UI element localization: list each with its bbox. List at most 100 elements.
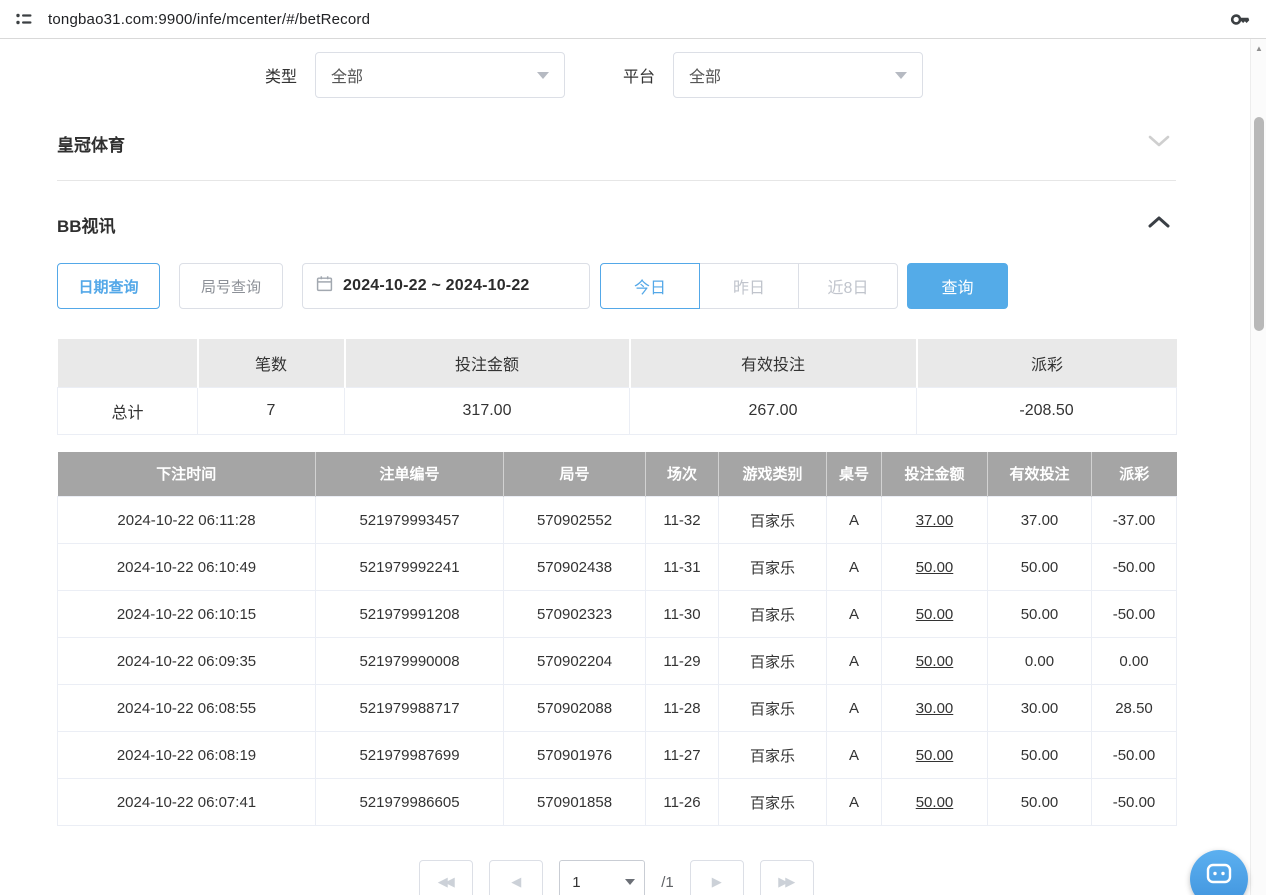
session: 11-31	[646, 544, 719, 591]
vertical-scrollbar[interactable]: ▲	[1250, 39, 1266, 895]
summary-header-payout: 派彩	[917, 339, 1177, 387]
collapse-chevron-up-icon[interactable]	[1142, 211, 1176, 237]
order-id: 521979991208	[316, 591, 504, 638]
payout-cell: -50.00	[1092, 544, 1177, 591]
header-round-id: 局号	[504, 452, 646, 497]
chat-bubble-icon	[1204, 860, 1234, 890]
payout-cell: -50.00	[1092, 591, 1177, 638]
order-id: 521979986605	[316, 779, 504, 826]
first-page-button[interactable]: ◀◀	[419, 860, 473, 895]
round-id: 570902088	[504, 685, 646, 732]
scroll-up-arrow-icon[interactable]: ▲	[1251, 39, 1266, 57]
left-icon: ◀	[511, 874, 521, 890]
page-select-wrap: 1	[559, 860, 645, 895]
valid-bet: 37.00	[988, 497, 1092, 544]
game-type: 百家乐	[719, 779, 827, 826]
table-header-row: 下注时间 注单编号 局号 场次 游戏类别 桌号 投注金额 有效投注 派彩	[58, 452, 1177, 497]
type-select[interactable]: 全部	[315, 52, 565, 98]
bet-amount-link[interactable]: 50.00	[882, 591, 988, 638]
url-field[interactable]: tongbao31.com:9900/infe/mcenter/#/betRec…	[48, 11, 1220, 28]
pagination: ◀◀ ◀ 1 /1 ▶ ▶▶	[57, 860, 1176, 895]
next-page-button[interactable]: ▶	[690, 860, 744, 895]
bet-amount-link[interactable]: 50.00	[882, 732, 988, 779]
round-query-button[interactable]: 局号查询	[179, 263, 283, 309]
valid-bet: 50.00	[988, 732, 1092, 779]
table-no: A	[827, 685, 882, 732]
round-id: 570902552	[504, 497, 646, 544]
bet-time: 2024-10-22 06:08:55	[58, 685, 316, 732]
bet-amount-link[interactable]: 30.00	[882, 685, 988, 732]
payout-cell: -50.00	[1092, 732, 1177, 779]
session: 11-29	[646, 638, 719, 685]
header-order-id: 注单编号	[316, 452, 504, 497]
bet-amount-link[interactable]: 50.00	[882, 544, 988, 591]
double-right-icon: ▶▶	[778, 874, 792, 890]
order-id: 521979987699	[316, 732, 504, 779]
table-row: 2024-10-22 06:07:41 521979986605 5709018…	[58, 779, 1177, 826]
header-game-type: 游戏类别	[719, 452, 827, 497]
last-8-days-button[interactable]: 近8日	[798, 263, 898, 309]
session: 11-28	[646, 685, 719, 732]
date-range-input[interactable]: 2024-10-22 ~ 2024-10-22	[302, 263, 590, 309]
round-id: 570902323	[504, 591, 646, 638]
summary-payout: -208.50	[917, 387, 1177, 434]
valid-bet: 30.00	[988, 685, 1092, 732]
bet-records-table: 下注时间 注单编号 局号 场次 游戏类别 桌号 投注金额 有效投注 派彩 202…	[57, 452, 1177, 827]
header-bet-amount: 投注金额	[882, 452, 988, 497]
chevron-down-icon	[895, 72, 907, 79]
payout-cell: -50.00	[1092, 779, 1177, 826]
yesterday-button[interactable]: 昨日	[699, 263, 799, 309]
today-button[interactable]: 今日	[600, 263, 700, 309]
order-id: 521979988717	[316, 685, 504, 732]
bet-time: 2024-10-22 06:10:15	[58, 591, 316, 638]
table-no: A	[827, 497, 882, 544]
bet-amount-link[interactable]: 37.00	[882, 497, 988, 544]
chevron-down-icon	[537, 72, 549, 79]
game-type: 百家乐	[719, 544, 827, 591]
header-session: 场次	[646, 452, 719, 497]
table-row: 2024-10-22 06:09:35 521979990008 5709022…	[58, 638, 1177, 685]
prev-page-button[interactable]: ◀	[489, 860, 543, 895]
summary-header-bet: 投注金额	[345, 339, 630, 387]
table-no: A	[827, 779, 882, 826]
round-id: 570901976	[504, 732, 646, 779]
filter-row: 类型 全部 平台 全部	[57, 52, 1176, 98]
password-key-icon[interactable]	[1230, 8, 1252, 30]
type-select-value: 全部	[331, 63, 363, 87]
search-button[interactable]: 查询	[907, 263, 1008, 309]
type-label: 类型	[265, 63, 297, 87]
quick-date-group: 今日 昨日 近8日	[600, 263, 898, 309]
summary-count: 7	[198, 387, 345, 434]
table-row: 2024-10-22 06:08:19 521979987699 5709019…	[58, 732, 1177, 779]
query-toolbar: 日期查询 局号查询 2024-10-22 ~ 2024-10-22 今日 昨日 …	[57, 263, 1176, 309]
summary-total-row: 总计 7 317.00 267.00 -208.50	[58, 387, 1177, 434]
calendar-icon	[316, 275, 333, 297]
table-no: A	[827, 591, 882, 638]
round-id: 570902204	[504, 638, 646, 685]
bet-time: 2024-10-22 06:07:41	[58, 779, 316, 826]
scrollbar-thumb[interactable]	[1254, 117, 1264, 331]
session: 11-27	[646, 732, 719, 779]
bet-amount-link[interactable]: 50.00	[882, 638, 988, 685]
header-valid-bet: 有效投注	[988, 452, 1092, 497]
summary-header-valid: 有效投注	[630, 339, 917, 387]
browser-address-bar: tongbao31.com:9900/infe/mcenter/#/betRec…	[0, 0, 1266, 39]
section-title-crown: 皇冠体育	[57, 131, 125, 156]
section-crown-sports: 皇冠体育	[57, 130, 1176, 156]
bet-time: 2024-10-22 06:10:49	[58, 544, 316, 591]
platform-select[interactable]: 全部	[673, 52, 923, 98]
browser-list-icon[interactable]	[14, 8, 36, 30]
round-id: 570902438	[504, 544, 646, 591]
platform-select-value: 全部	[689, 63, 721, 87]
summary-table: 笔数 投注金额 有效投注 派彩 总计 7 317.00 267.00 -208.…	[57, 339, 1177, 435]
header-payout: 派彩	[1092, 452, 1177, 497]
last-page-button[interactable]: ▶▶	[760, 860, 814, 895]
collapse-chevron-down-icon[interactable]	[1142, 130, 1176, 156]
bet-record-page: 类型 全部 平台 全部 皇冠体育 BB视讯 日期查询 局号查询	[57, 39, 1176, 895]
date-query-button[interactable]: 日期查询	[57, 263, 160, 309]
round-id: 570901858	[504, 779, 646, 826]
bet-amount-link[interactable]: 50.00	[882, 779, 988, 826]
page-total-label: /1	[661, 874, 674, 891]
page-select[interactable]: 1	[559, 860, 645, 895]
customer-service-chat-button[interactable]	[1190, 850, 1248, 895]
